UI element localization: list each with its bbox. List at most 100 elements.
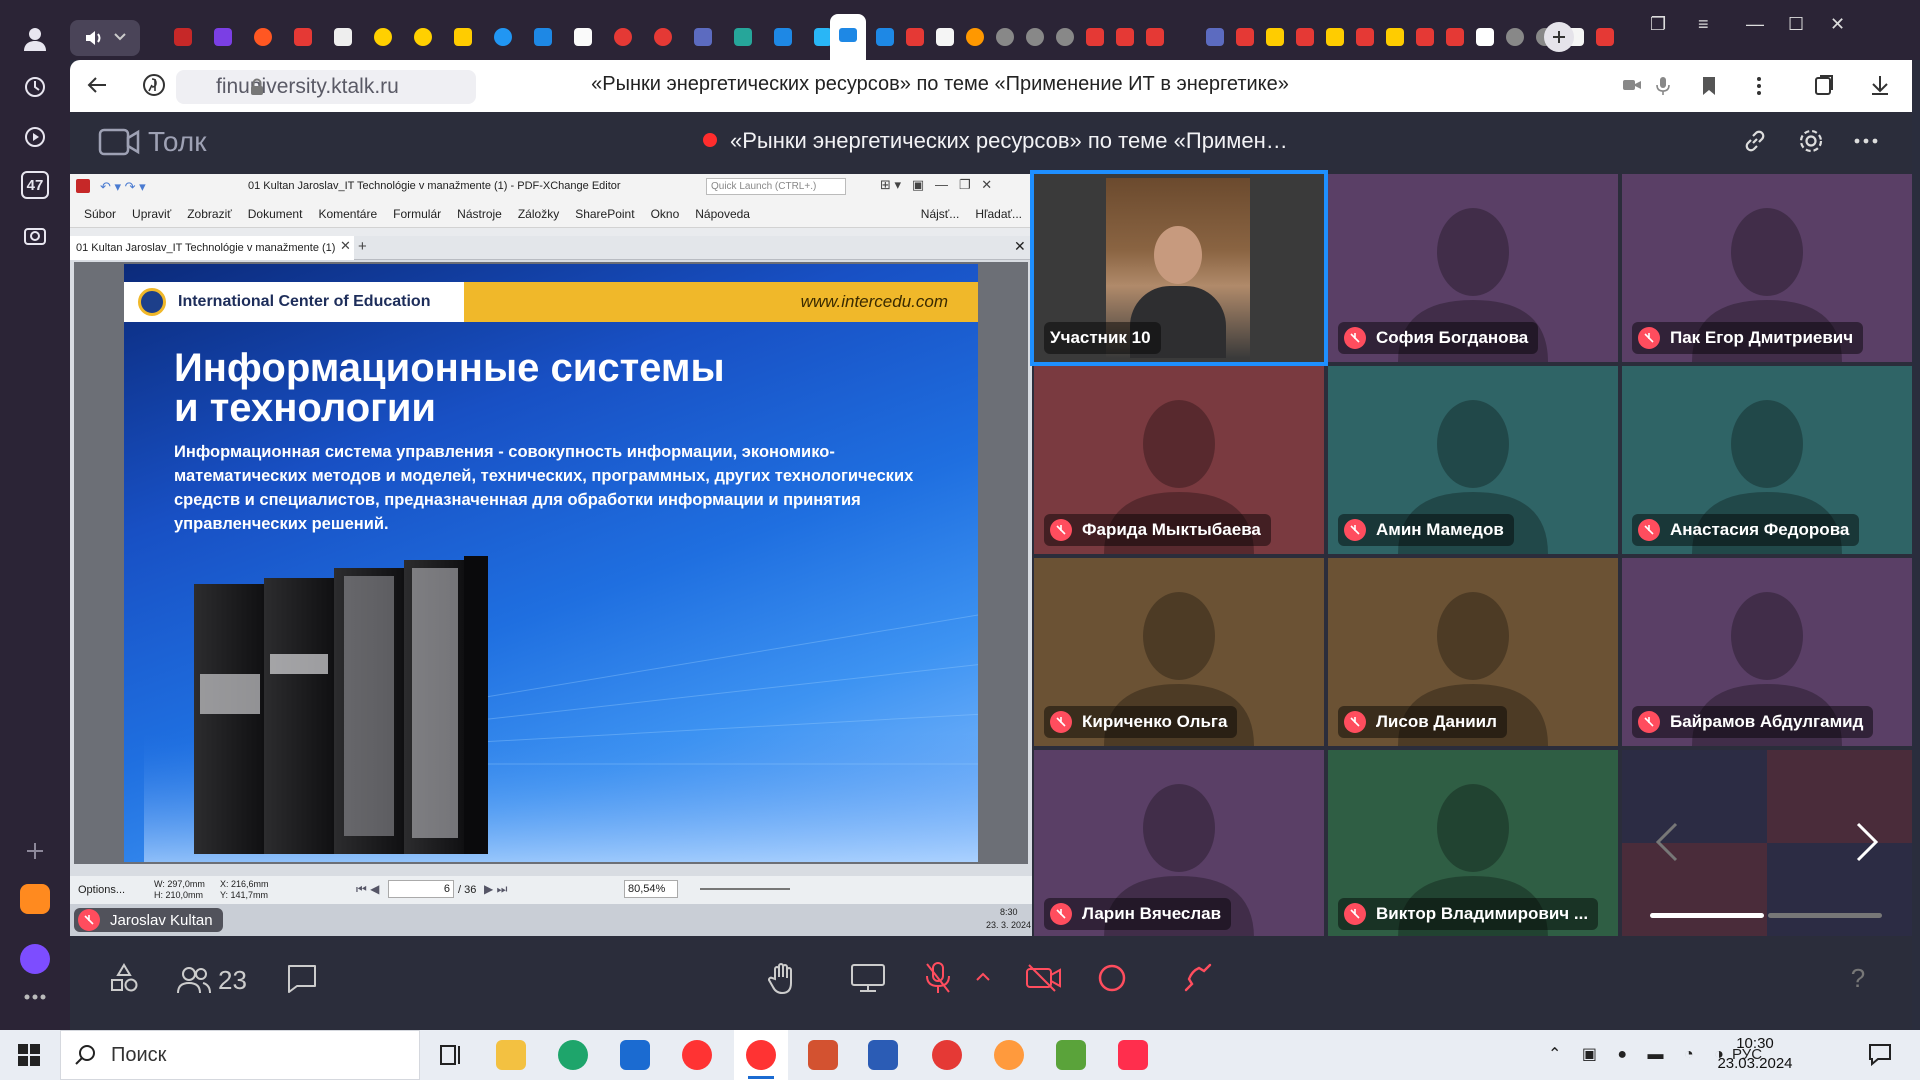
new-doc-tab-icon[interactable]: + bbox=[358, 238, 367, 255]
page-nav-icons[interactable]: ⏮ ◀ bbox=[356, 882, 379, 897]
app-icon[interactable] bbox=[1118, 1040, 1148, 1070]
downloads-icon[interactable] bbox=[1870, 74, 1890, 96]
tab-favicon[interactable] bbox=[734, 28, 752, 46]
page-number-input[interactable]: 6 bbox=[388, 880, 454, 898]
raise-hand-icon[interactable] bbox=[762, 958, 802, 998]
menu-item[interactable]: Formulár bbox=[393, 207, 441, 221]
screenshot-icon[interactable] bbox=[18, 218, 52, 252]
tab-favicon[interactable] bbox=[174, 28, 192, 46]
tab-favicon[interactable] bbox=[654, 28, 672, 46]
participant-tile[interactable]: Байрамов Абдулгамид bbox=[1622, 558, 1912, 746]
tab-favicon[interactable] bbox=[1326, 28, 1344, 46]
tab-favicon[interactable] bbox=[214, 28, 232, 46]
link-icon[interactable] bbox=[1742, 128, 1768, 154]
microphone-permission-icon[interactable] bbox=[1656, 76, 1670, 96]
participant-tile[interactable]: Виктор Владимирович ... bbox=[1328, 750, 1618, 938]
mic-options-chevron-icon[interactable] bbox=[976, 972, 990, 982]
tab-favicon[interactable] bbox=[1506, 28, 1524, 46]
participant-tile[interactable]: Фарида Мыктыбаева bbox=[1034, 366, 1324, 554]
mail-icon[interactable] bbox=[620, 1040, 650, 1070]
play-icon[interactable] bbox=[18, 120, 52, 154]
close-tab-icon[interactable]: ✕ bbox=[340, 238, 351, 254]
url-field[interactable]: finuniversity.ktalk.ru bbox=[176, 70, 476, 104]
carousel-prev-icon[interactable] bbox=[1656, 822, 1678, 862]
camera-off-icon[interactable] bbox=[1024, 958, 1064, 998]
participant-tile[interactable]: Участник 10 bbox=[1030, 170, 1328, 366]
close-document-icon[interactable]: ✕ bbox=[1014, 238, 1026, 255]
more-participants-tile[interactable] bbox=[1622, 750, 1912, 936]
tab-active-audio[interactable] bbox=[70, 20, 140, 56]
back-icon[interactable] bbox=[86, 74, 108, 96]
tab-favicon[interactable] bbox=[1266, 28, 1284, 46]
tab-favicon[interactable] bbox=[1236, 28, 1254, 46]
participant-tile[interactable]: Ларин Вячеслав bbox=[1034, 750, 1324, 938]
tab-favicon[interactable] bbox=[1146, 28, 1164, 46]
tab-favicon[interactable] bbox=[774, 28, 792, 46]
tab-favicon[interactable] bbox=[1116, 28, 1134, 46]
zoom-slider[interactable] bbox=[700, 888, 790, 890]
tab-favicon[interactable] bbox=[966, 28, 984, 46]
menu-icon[interactable]: ≡ bbox=[1698, 14, 1709, 35]
tab-favicon[interactable] bbox=[1356, 28, 1374, 46]
tab-favicon[interactable] bbox=[254, 28, 272, 46]
notifications-icon[interactable] bbox=[1868, 1042, 1892, 1066]
tab-favicon[interactable] bbox=[694, 28, 712, 46]
word-icon[interactable] bbox=[868, 1040, 898, 1070]
participant-tile[interactable]: Анастасия Федорова bbox=[1622, 366, 1912, 554]
tab-favicon[interactable] bbox=[294, 28, 312, 46]
profile-icon[interactable] bbox=[18, 22, 52, 56]
camera-permission-icon[interactable] bbox=[1622, 78, 1642, 92]
search-button[interactable]: Hľadať... bbox=[975, 207, 1022, 221]
edge-icon[interactable] bbox=[558, 1040, 588, 1070]
participant-tile[interactable]: София Богданова bbox=[1328, 174, 1618, 362]
options-button[interactable]: Options... bbox=[78, 884, 125, 896]
tab-favicon[interactable] bbox=[334, 28, 352, 46]
mail-app-icon[interactable] bbox=[18, 882, 52, 916]
tab-favicon[interactable] bbox=[374, 28, 392, 46]
tab-favicon[interactable] bbox=[876, 28, 894, 46]
lock-icon[interactable] bbox=[250, 78, 264, 96]
add-panel-icon[interactable] bbox=[18, 834, 52, 868]
taskbar-search[interactable]: Поиск bbox=[60, 1030, 420, 1080]
menu-item[interactable]: SharePoint bbox=[575, 207, 634, 221]
maximize-icon[interactable]: ☐ bbox=[1788, 14, 1804, 35]
powerpoint-icon[interactable] bbox=[808, 1040, 838, 1070]
settings-gear-icon[interactable] bbox=[1797, 127, 1825, 155]
alice-icon[interactable] bbox=[18, 942, 52, 976]
menu-item[interactable]: Záložky bbox=[518, 207, 559, 221]
tab-manager-icon[interactable]: ❐ bbox=[1650, 14, 1666, 35]
tab-favicon[interactable] bbox=[1476, 28, 1494, 46]
tab-favicon[interactable] bbox=[996, 28, 1014, 46]
pdf-xchange-icon[interactable] bbox=[994, 1040, 1024, 1070]
tab-favicon[interactable] bbox=[494, 28, 512, 46]
minimize-icon[interactable]: — bbox=[1746, 14, 1764, 35]
menu-item[interactable]: Okno bbox=[651, 207, 680, 221]
windows-start-icon[interactable] bbox=[18, 1044, 40, 1066]
page-nav-forward-icons[interactable]: ▶ ⏭ bbox=[484, 882, 507, 897]
file-explorer-icon[interactable] bbox=[496, 1040, 526, 1070]
rail-counter-badge[interactable]: 47 bbox=[18, 168, 52, 202]
quick-launch-input[interactable]: Quick Launch (CTRL+.) bbox=[706, 178, 846, 195]
find-button[interactable]: Nájsť... bbox=[921, 207, 960, 221]
new-tab-button[interactable] bbox=[1544, 22, 1574, 52]
participants-button[interactable]: 23 bbox=[176, 960, 247, 1000]
tab-favicon[interactable] bbox=[574, 28, 592, 46]
tab-favicon[interactable] bbox=[614, 28, 632, 46]
tab-favicon[interactable] bbox=[414, 28, 432, 46]
more-icon[interactable] bbox=[18, 980, 52, 1014]
menu-item[interactable]: Nápoveda bbox=[695, 207, 750, 221]
screen-share-icon[interactable] bbox=[848, 958, 888, 998]
tab-favicon[interactable] bbox=[1056, 28, 1074, 46]
pdf-document-tab[interactable]: 01 Kultan Jaroslav_IT Technológie v mana… bbox=[70, 236, 354, 260]
tab-favicon[interactable] bbox=[1446, 28, 1464, 46]
zoom-field[interactable]: 80,54% bbox=[624, 880, 678, 898]
more-options-icon[interactable] bbox=[1756, 76, 1762, 96]
tab-favicon[interactable] bbox=[906, 28, 924, 46]
pdf-window-controls[interactable]: ⊞ ▾ ▣ — ❐ ✕ bbox=[880, 177, 992, 193]
menu-item[interactable]: Dokument bbox=[248, 207, 303, 221]
taskbar-active-app[interactable] bbox=[734, 1030, 788, 1080]
yandex-app-icon[interactable] bbox=[682, 1040, 712, 1070]
menu-item[interactable]: Zobraziť bbox=[187, 207, 232, 221]
task-view-icon[interactable] bbox=[436, 1040, 466, 1070]
tab-favicon[interactable] bbox=[1086, 28, 1104, 46]
